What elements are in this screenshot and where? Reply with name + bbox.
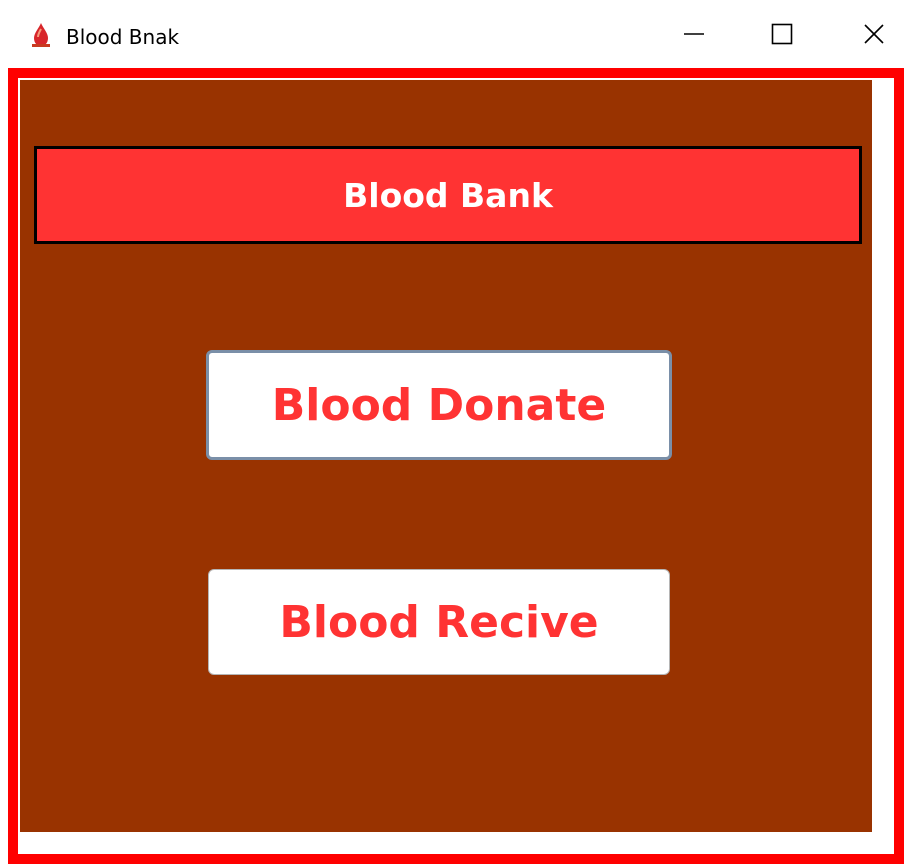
minimize-button[interactable] xyxy=(664,14,724,58)
maximize-button[interactable] xyxy=(752,14,812,58)
blood-donate-button[interactable]: Blood Donate xyxy=(206,350,672,460)
main-panel: Blood Bank Blood Donate Blood Recive xyxy=(20,80,872,832)
minimize-icon xyxy=(683,23,705,49)
close-button[interactable] xyxy=(844,14,904,58)
maximize-icon xyxy=(771,23,793,49)
app-window: Blood Bnak Blood Bank Blood Donate Blood… xyxy=(0,0,904,864)
header-banner: Blood Bank xyxy=(34,146,862,244)
page-title: Blood Bank xyxy=(343,175,553,215)
title-bar[interactable]: Blood Bnak xyxy=(0,0,904,68)
close-icon xyxy=(863,23,885,49)
window-title: Blood Bnak xyxy=(66,25,180,49)
blood-recive-button[interactable]: Blood Recive xyxy=(208,569,670,675)
window-frame: Blood Bank Blood Donate Blood Recive xyxy=(8,68,904,864)
blood-drop-icon xyxy=(30,22,52,48)
